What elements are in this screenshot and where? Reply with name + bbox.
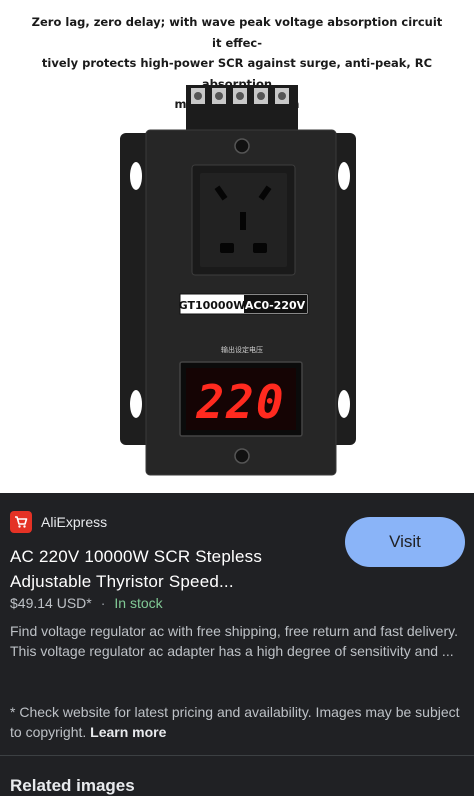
price: $49.14 USD*: [10, 595, 92, 611]
source-name: AliExpress: [41, 514, 108, 530]
top-screw: [234, 138, 250, 154]
mount-hole: [130, 390, 142, 418]
mount-hole: [130, 162, 142, 190]
visit-button[interactable]: Visit: [345, 517, 465, 567]
price-row: $49.14 USD* · In stock: [10, 595, 163, 611]
related-images-heading: Related images: [10, 776, 135, 795]
notice-text: * Check website for latest pricing and a…: [10, 704, 460, 740]
voltage-label: AC0-220V: [245, 299, 306, 312]
aliexpress-logo-icon: [10, 511, 32, 533]
mount-hole: [338, 162, 350, 190]
pricing-notice: * Check website for latest pricing and a…: [10, 702, 462, 742]
result-panel: AliExpress AC 220V 10000W SCR Stepless A…: [0, 493, 474, 795]
title-line: AC 220V 10000W SCR Stepless: [10, 547, 263, 566]
divider: [0, 755, 474, 756]
result-title[interactable]: AC 220V 10000W SCR Stepless Adjustable T…: [10, 544, 320, 594]
learn-more-link[interactable]: Learn more: [90, 724, 166, 740]
separator-dot: ·: [100, 595, 106, 611]
voltage-regulator-illustration: GT10000W AC0-220V 输出设定电压 220: [120, 85, 356, 476]
product-image[interactable]: Zero lag, zero delay; with wave peak vol…: [0, 0, 474, 493]
mount-hole: [338, 390, 350, 418]
stock-status: In stock: [114, 595, 163, 611]
chinese-label: 输出设定电压: [221, 345, 263, 354]
led-readout: 220: [195, 375, 285, 429]
source-row[interactable]: AliExpress: [10, 511, 107, 533]
model-label: GT10000W: [179, 299, 246, 312]
title-line: Adjustable Thyristor Speed...: [10, 572, 234, 591]
result-description: Find voltage regulator ac with free ship…: [10, 623, 458, 659]
bottom-screw: [234, 448, 250, 464]
